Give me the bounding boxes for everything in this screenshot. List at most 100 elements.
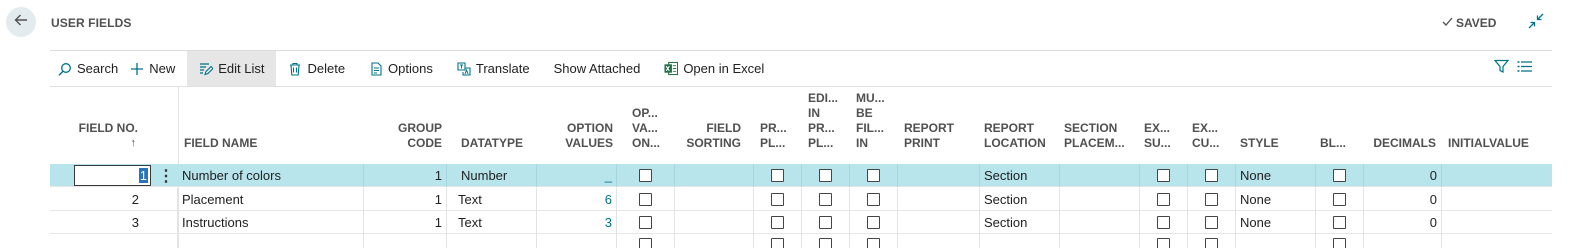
group-code-cell[interactable]: 1 [364, 188, 447, 211]
decimals-cell[interactable] [1364, 234, 1442, 248]
section-placement-cell[interactable] [1060, 188, 1140, 211]
must-be-filled-in-cell[interactable] [850, 234, 898, 248]
edit-list-button[interactable]: Edit List [187, 51, 277, 86]
column-header-must-be-filled-in[interactable]: MU... BE FIL... IN [856, 87, 892, 159]
table-row[interactable]: 2 Placement 1 Text 6 Section None 0 [50, 188, 1552, 211]
print-placement-cell[interactable] [754, 211, 802, 234]
edit-in-print-placement-cell[interactable] [802, 164, 850, 187]
checkbox[interactable] [1333, 238, 1346, 248]
group-code-cell[interactable]: 1 [364, 164, 447, 187]
bl-cell[interactable] [1316, 164, 1364, 187]
datatype-cell[interactable]: Number [447, 164, 537, 187]
edit-in-print-placement-cell[interactable] [802, 211, 850, 234]
column-header-print-placement[interactable]: PR... PL... [760, 87, 796, 159]
field-name-cell[interactable]: Number of colors [178, 164, 364, 187]
column-header-field-name[interactable]: FIELD NAME [184, 87, 364, 159]
checkbox[interactable] [1205, 169, 1218, 182]
field-name-cell[interactable]: Instructions [178, 211, 364, 234]
table-row-new[interactable] [50, 234, 1552, 248]
checkbox[interactable] [771, 216, 784, 229]
decimals-cell[interactable]: 0 [1364, 164, 1442, 187]
checkbox[interactable] [1205, 216, 1218, 229]
column-header-decimals[interactable]: DECIMALS [1366, 87, 1436, 159]
initialvalue-cell[interactable] [1442, 234, 1552, 248]
edit-in-print-placement-cell[interactable] [802, 188, 850, 211]
checkbox[interactable] [1205, 238, 1218, 248]
checkbox[interactable] [867, 169, 880, 182]
show-attached-button[interactable]: Show Attached [538, 51, 649, 86]
style-cell[interactable]: None [1236, 211, 1316, 234]
decimals-cell[interactable]: 0 [1364, 188, 1442, 211]
checkbox[interactable] [771, 169, 784, 182]
ex-su-cell[interactable] [1140, 211, 1188, 234]
style-cell[interactable] [1236, 234, 1316, 248]
ex-cu-cell[interactable] [1188, 164, 1236, 187]
column-header-initialvalue[interactable]: INITIALVALUE [1448, 87, 1548, 159]
checkbox[interactable] [1333, 216, 1346, 229]
column-header-report-location[interactable]: REPORT LOCATION [984, 87, 1054, 159]
must-be-filled-in-cell[interactable] [850, 164, 898, 187]
field-sorting-cell[interactable] [675, 188, 754, 211]
field-no-cell[interactable]: 3 [74, 211, 178, 234]
field-no-input[interactable]: 1 [74, 165, 151, 186]
checkbox[interactable] [819, 193, 832, 206]
ex-su-cell[interactable] [1140, 234, 1188, 248]
report-print-cell[interactable] [898, 188, 980, 211]
option-values-cell[interactable]: 6 [537, 188, 617, 211]
edit-in-print-placement-cell[interactable] [802, 234, 850, 248]
field-name-cell[interactable]: Placement [178, 188, 364, 211]
column-header-datatype[interactable]: DATATYPE [461, 87, 533, 159]
column-header-option-values-only[interactable]: OP... VA... ON... [632, 87, 668, 159]
options-button[interactable]: Options [353, 51, 441, 86]
checkbox[interactable] [639, 238, 652, 248]
ex-cu-cell[interactable] [1188, 211, 1236, 234]
decimals-cell[interactable]: 0 [1364, 211, 1442, 234]
column-header-section-placement[interactable]: SECTION PLACEM... [1064, 87, 1140, 159]
checkbox[interactable] [1205, 193, 1218, 206]
option-values-only-cell[interactable] [617, 164, 675, 187]
column-header-report-print[interactable]: REPORT PRINT [904, 87, 974, 159]
ex-cu-cell[interactable] [1188, 234, 1236, 248]
list-view-icon[interactable] [1517, 59, 1532, 79]
report-print-cell[interactable] [898, 164, 980, 187]
ex-su-cell[interactable] [1140, 164, 1188, 187]
option-values-only-cell[interactable] [617, 234, 675, 248]
row-selector-cell[interactable] [50, 164, 74, 187]
translate-button[interactable]: Translate [441, 51, 538, 86]
new-button[interactable]: New [126, 51, 183, 86]
print-placement-cell[interactable] [754, 188, 802, 211]
report-location-cell[interactable] [980, 234, 1060, 248]
bl-cell[interactable] [1316, 211, 1364, 234]
checkbox[interactable] [1157, 169, 1170, 182]
column-header-ex-cu[interactable]: EX... CU... [1192, 87, 1228, 159]
style-cell[interactable]: None [1236, 164, 1316, 187]
datatype-cell[interactable]: Text [447, 211, 537, 234]
field-sorting-cell[interactable] [675, 211, 754, 234]
collapse-button[interactable] [1527, 13, 1545, 32]
report-location-cell[interactable]: Section [980, 164, 1060, 187]
group-code-cell[interactable]: 1 [364, 211, 447, 234]
option-values-cell[interactable] [537, 234, 617, 248]
field-sorting-cell[interactable] [675, 234, 754, 248]
section-placement-cell[interactable] [1060, 234, 1140, 248]
report-print-cell[interactable] [898, 211, 980, 234]
ex-cu-cell[interactable] [1188, 188, 1236, 211]
initialvalue-cell[interactable] [1442, 211, 1552, 234]
print-placement-cell[interactable] [754, 234, 802, 248]
column-header-option-values[interactable]: OPTION VALUES [558, 87, 613, 159]
section-placement-cell[interactable] [1060, 164, 1140, 187]
option-values-only-cell[interactable] [617, 188, 675, 211]
search-button[interactable]: Search [50, 51, 126, 86]
option-values-cell[interactable]: 3 [537, 211, 617, 234]
checkbox[interactable] [867, 238, 880, 248]
checkbox[interactable] [819, 169, 832, 182]
column-header-field-sorting[interactable]: FIELD SORTING [675, 87, 741, 159]
row-actions-icon[interactable]: ⋮ [158, 164, 174, 187]
column-header-field-no[interactable]: FIELD NO. ↑ [74, 87, 138, 159]
report-location-cell[interactable]: Section [980, 211, 1060, 234]
checkbox[interactable] [771, 193, 784, 206]
field-no-cell[interactable]: 2 [74, 188, 178, 211]
column-header-style[interactable]: STYLE [1240, 87, 1300, 159]
must-be-filled-in-cell[interactable] [850, 211, 898, 234]
initialvalue-cell[interactable] [1442, 188, 1552, 211]
